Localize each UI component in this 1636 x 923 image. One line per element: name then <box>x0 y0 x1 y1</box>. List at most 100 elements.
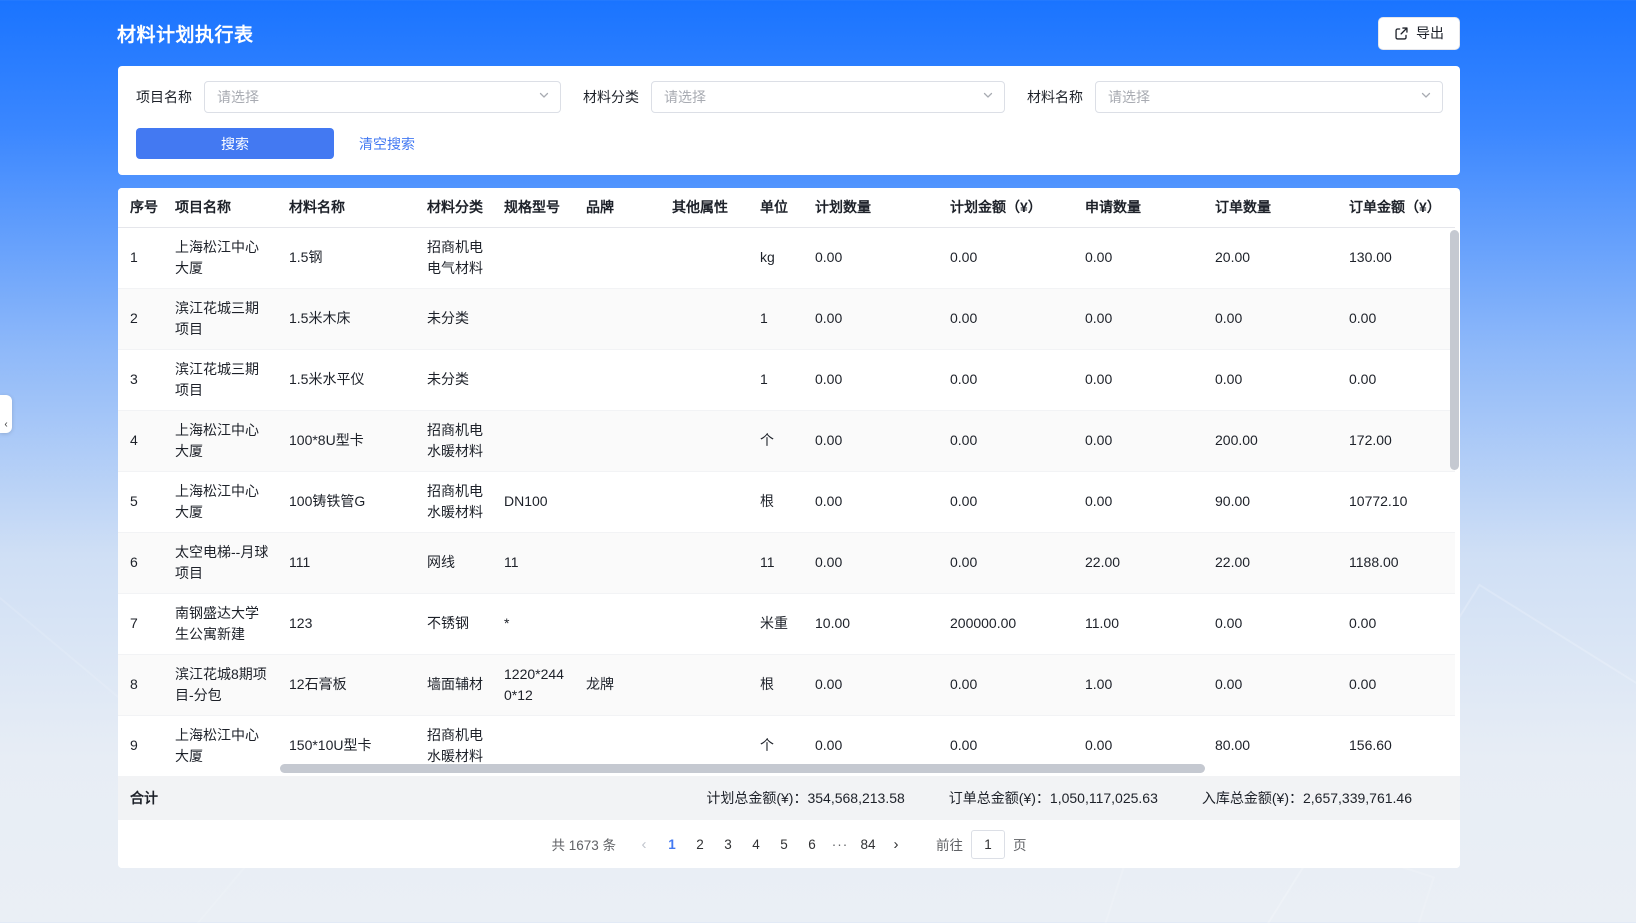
table-cell: 200.00 <box>1203 410 1337 471</box>
table-cell <box>492 227 574 288</box>
table-cell: 0.00 <box>938 410 1073 471</box>
table-cell <box>574 471 660 532</box>
table-cell: 10772.10 <box>1337 471 1455 532</box>
prev-page-button[interactable]: ‹ <box>630 829 658 859</box>
more-pages[interactable]: ··· <box>826 829 854 859</box>
table-cell: 1 <box>118 227 163 288</box>
table-cell: 不锈钢 <box>415 593 492 654</box>
filter-material-name: 材料名称 请选择 <box>1027 81 1443 113</box>
page-button-2[interactable]: 2 <box>686 829 714 859</box>
table-viewport: 序号项目名称材料名称材料分类规格型号品牌其他属性单位计划数量计划金额（¥）申请数… <box>118 188 1460 776</box>
column-header: 项目名称 <box>163 188 277 227</box>
table-cell: 0.00 <box>938 532 1073 593</box>
table-cell: 太空电梯--月球项目 <box>163 532 277 593</box>
filter-material-category: 材料分类 请选择 <box>583 81 1005 113</box>
material-plan-table: 序号项目名称材料名称材料分类规格型号品牌其他属性单位计划数量计划金额（¥）申请数… <box>118 188 1455 776</box>
table-cell: 0.00 <box>938 471 1073 532</box>
table-row: 2滨江花城三期项目1.5米木床未分类10.000.000.000.000.00 <box>118 288 1455 349</box>
table-cell: 根 <box>748 471 803 532</box>
table-cell: 22.00 <box>1073 532 1203 593</box>
table-cell: 未分类 <box>415 288 492 349</box>
table-cell: 0.00 <box>803 471 938 532</box>
page-button-3[interactable]: 3 <box>714 829 742 859</box>
column-header: 材料分类 <box>415 188 492 227</box>
page-button-5[interactable]: 5 <box>770 829 798 859</box>
table-cell: 3 <box>118 349 163 410</box>
table-cell: * <box>492 593 574 654</box>
table-cell: 100*8U型卡 <box>277 410 415 471</box>
table-cell <box>660 471 748 532</box>
table-cell: 200000.00 <box>938 593 1073 654</box>
table-cell: 1.00 <box>1073 654 1203 715</box>
select-placeholder: 请选择 <box>664 87 706 107</box>
table-cell: 12石膏板 <box>277 654 415 715</box>
table-cell: 4 <box>118 410 163 471</box>
table-cell <box>492 410 574 471</box>
table-row: 7南钢盛达大学生公寓新建123不锈钢*米重10.00200000.0011.00… <box>118 593 1455 654</box>
summary-bar: 合计 计划总金额(¥)：354,568,213.58 订单总金额(¥)：1,05… <box>118 776 1460 820</box>
filter-label-material: 材料名称 <box>1027 87 1083 107</box>
table-cell: 22.00 <box>1203 532 1337 593</box>
table-cell: 上海松江中心大厦 <box>163 715 277 776</box>
drawer-toggle[interactable]: ‹ <box>0 395 12 433</box>
table-cell: 0.00 <box>803 532 938 593</box>
table-cell: 0.00 <box>938 227 1073 288</box>
next-page-button[interactable]: › <box>882 829 910 859</box>
goto-page-input[interactable] <box>971 830 1005 859</box>
table-row: 3滨江花城三期项目1.5米水平仪未分类10.000.000.000.000.00 <box>118 349 1455 410</box>
vertical-scrollbar[interactable] <box>1450 230 1459 470</box>
goto-label: 前往 <box>936 834 963 854</box>
table-cell: 1220*2440*12 <box>492 654 574 715</box>
horizontal-scrollbar[interactable] <box>280 764 1205 773</box>
table-header-row: 序号项目名称材料名称材料分类规格型号品牌其他属性单位计划数量计划金额（¥）申请数… <box>118 188 1455 227</box>
inbound-total-amount: 入库总金额(¥)：2,657,339,761.46 <box>1202 788 1412 808</box>
table-cell: 米重 <box>748 593 803 654</box>
table-cell: 11 <box>748 532 803 593</box>
pagination-bar: 共 1673 条 ‹ 123456···84 › 前往 页 <box>118 820 1460 868</box>
column-header: 计划数量 <box>803 188 938 227</box>
table-cell <box>660 593 748 654</box>
column-header: 订单金额（¥） <box>1337 188 1455 227</box>
chevron-down-icon <box>538 88 550 106</box>
table-cell: kg <box>748 227 803 288</box>
material-name-select[interactable]: 请选择 <box>1095 81 1443 113</box>
search-button[interactable]: 搜索 <box>136 128 334 159</box>
page-button-6[interactable]: 6 <box>798 829 826 859</box>
page-button-84[interactable]: 84 <box>854 829 882 859</box>
table-cell: 80.00 <box>1203 715 1337 776</box>
table-cell: 172.00 <box>1337 410 1455 471</box>
table-row: 1上海松江中心大厦1.5钢招商机电电气材料kg0.000.000.0020.00… <box>118 227 1455 288</box>
order-total-amount: 订单总金额(¥)：1,050,117,025.63 <box>949 788 1158 808</box>
table-cell: 0.00 <box>1073 471 1203 532</box>
table-cell: 墙面辅材 <box>415 654 492 715</box>
total-count: 共 1673 条 <box>551 834 616 854</box>
column-header: 订单数量 <box>1203 188 1337 227</box>
table-cell: 9 <box>118 715 163 776</box>
table-cell: 156.60 <box>1337 715 1455 776</box>
table-cell: 0.00 <box>1203 349 1337 410</box>
table-cell: 0.00 <box>803 654 938 715</box>
summary-label: 合计 <box>130 788 158 808</box>
table-cell: 招商机电水暖材料 <box>415 410 492 471</box>
page-button-4[interactable]: 4 <box>742 829 770 859</box>
clear-search-button[interactable]: 清空搜索 <box>359 134 415 154</box>
filter-panel: 项目名称 请选择 材料分类 请选择 材料名称 <box>118 66 1460 175</box>
table-cell: 1 <box>748 349 803 410</box>
project-name-select[interactable]: 请选择 <box>204 81 561 113</box>
table-cell: 未分类 <box>415 349 492 410</box>
table-cell: 0.00 <box>1337 593 1455 654</box>
table-cell: 10.00 <box>803 593 938 654</box>
page-button-1[interactable]: 1 <box>658 829 686 859</box>
material-category-select[interactable]: 请选择 <box>651 81 1005 113</box>
column-header: 材料名称 <box>277 188 415 227</box>
export-button[interactable]: 导出 <box>1378 17 1460 50</box>
page-title: 材料计划执行表 <box>117 20 254 47</box>
table-cell: 0.00 <box>1337 288 1455 349</box>
table-cell: 上海松江中心大厦 <box>163 471 277 532</box>
table-cell <box>660 349 748 410</box>
table-cell: 滨江花城三期项目 <box>163 349 277 410</box>
table-cell: 111 <box>277 532 415 593</box>
column-header: 计划金额（¥） <box>938 188 1073 227</box>
table-cell: 上海松江中心大厦 <box>163 410 277 471</box>
table-cell: 20.00 <box>1203 227 1337 288</box>
